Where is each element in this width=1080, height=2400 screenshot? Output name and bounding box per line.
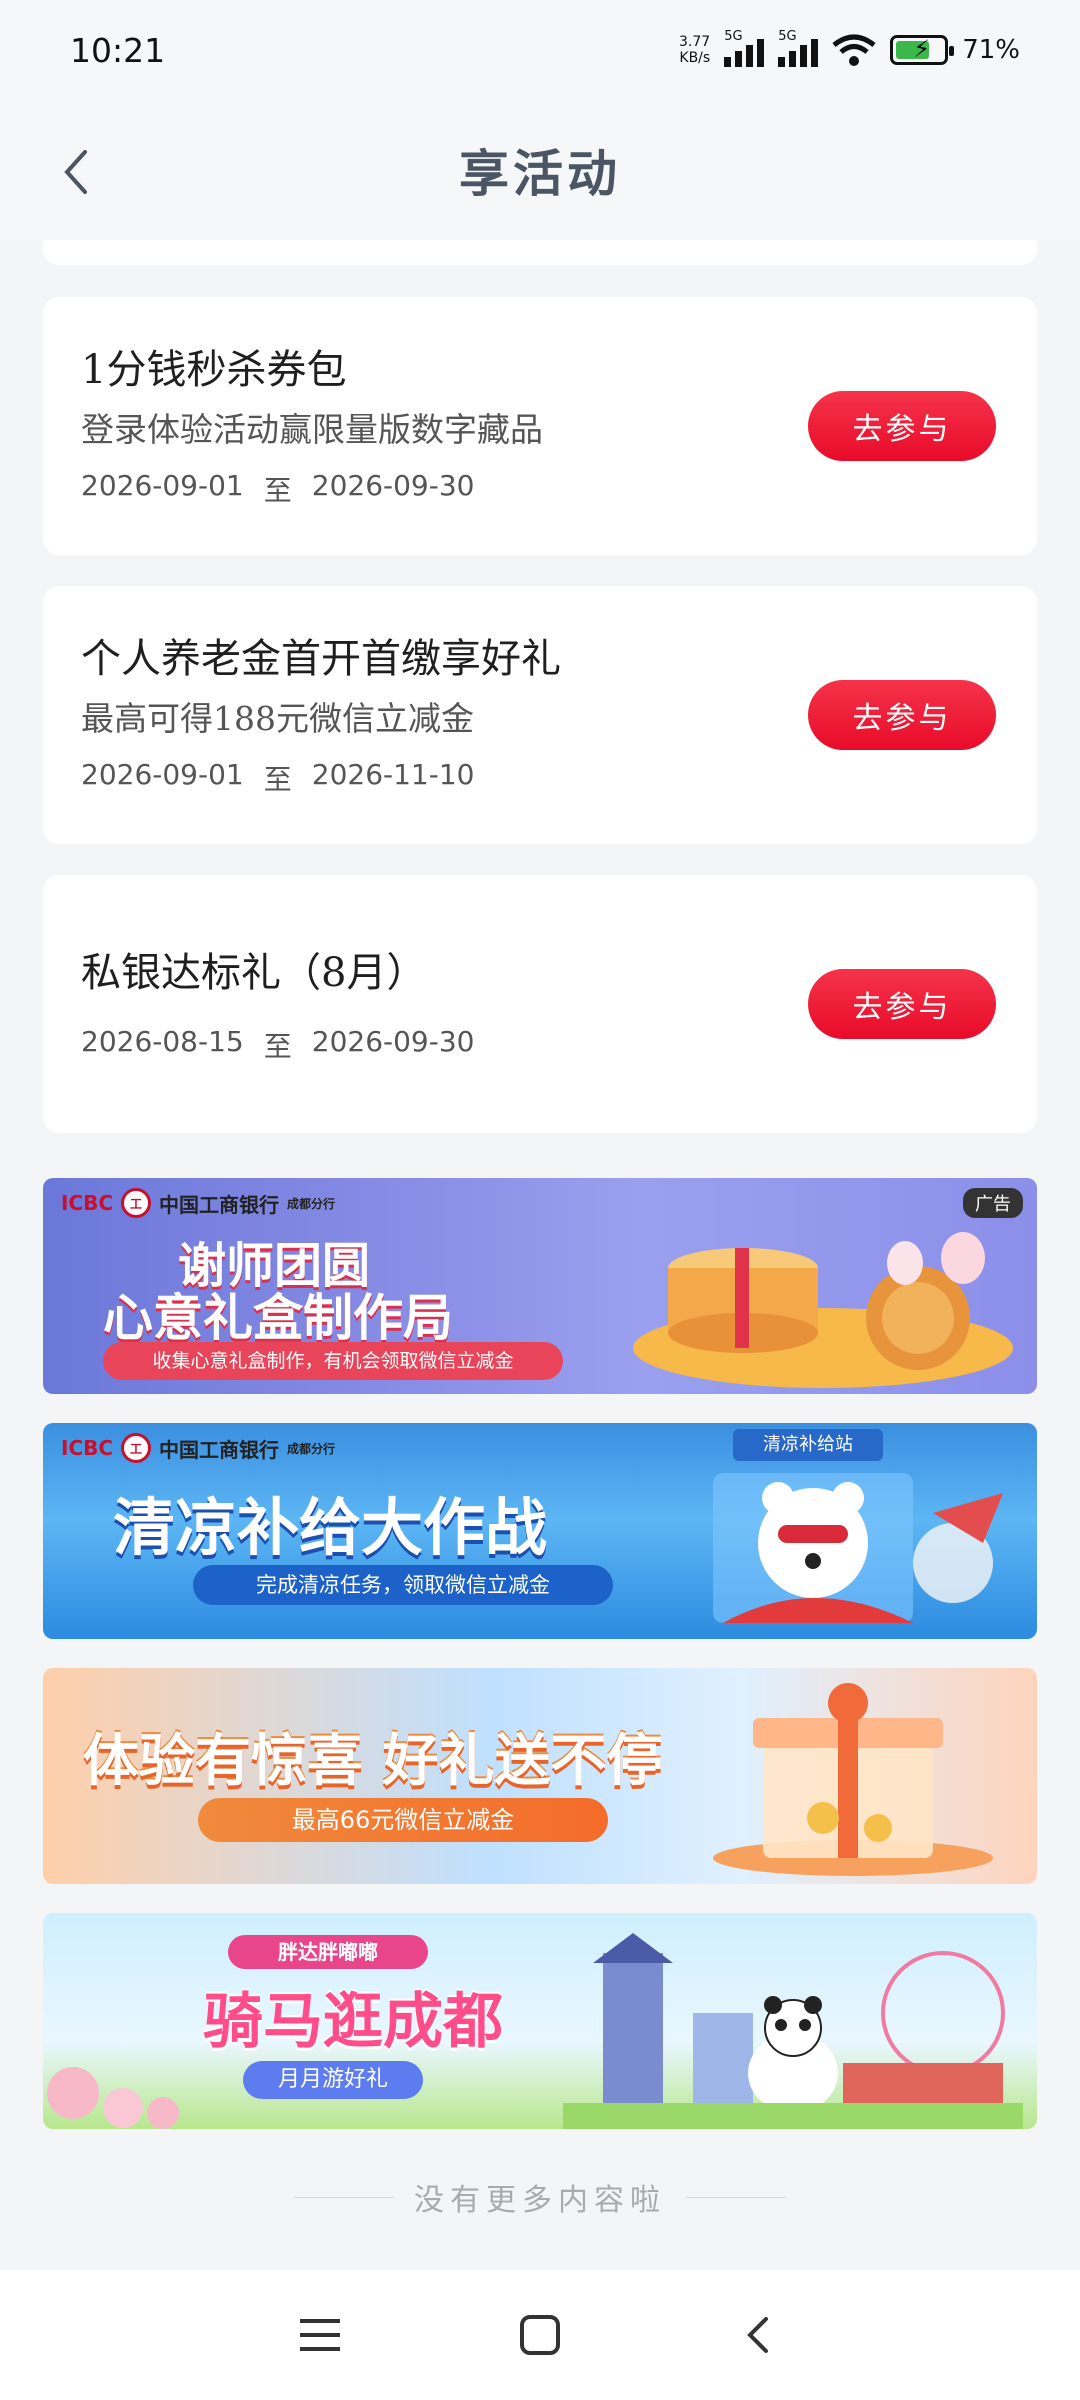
menu-button[interactable] [290, 2305, 350, 2365]
back-icon [747, 2317, 768, 2353]
brand-text: ICBC [61, 1191, 114, 1215]
battery-icon: ⚡ [890, 35, 955, 65]
end-of-list: 没有更多内容啦 [0, 2175, 1080, 2219]
branch-name: 成都分行 [287, 1441, 336, 1456]
banner-desc: 收集心意礼盒制作，有机会领取微信立减金 [103, 1342, 563, 1380]
chengdu-skyline-icon [563, 1933, 1023, 2129]
net-speed-unit: KB/s [679, 50, 711, 66]
signal-label: 5G [778, 29, 797, 44]
banner-summer[interactable]: ICBC 工 中国工商银行 成都分行 清凉补给站 清凉补给大作战 完成清凉任务，… [43, 1423, 1037, 1639]
banner-desc: 月月游好礼 [243, 2061, 423, 2099]
banner-teacher-gift[interactable]: ICBC 工 中国工商银行 成都分行 广告 谢师团圆 心意礼盒制作局 收集心意礼… [43, 1178, 1037, 1394]
gift-box-icon [633, 1232, 1013, 1388]
banner-headline: 体验有惊喜 好礼送不停 [83, 1729, 663, 1794]
activity-dates: 2026-09-01 至 2026-11-10 [81, 758, 474, 798]
brand-text: ICBC [61, 1436, 114, 1460]
end-date: 2026-09-30 [311, 469, 475, 502]
banner-panda-chengdu[interactable]: 胖达胖嘟嘟 骑马逛成都 月月游好礼 [43, 1913, 1037, 2129]
list-item [43, 240, 1037, 265]
page-title: 享活动 [459, 144, 621, 203]
banner-desc: 最高66元微信立减金 [198, 1798, 608, 1842]
battery-percent: 71% [962, 35, 1020, 65]
activity-title: 个人养老金首开首缴享好礼 [81, 636, 561, 682]
signal-icon: 5G [724, 29, 765, 67]
activity-title: 私银达标礼（8月） [81, 950, 427, 996]
back-nav-button[interactable] [730, 2305, 790, 2365]
banner-experience-gift[interactable]: 体验有惊喜 好礼送不停 最高66元微信立减金 [43, 1668, 1037, 1884]
gift-box-icon [713, 1683, 993, 1876]
banner-headline: 心意礼盒制作局 [103, 1289, 453, 1347]
net-speed: 3.77 KB/s [679, 34, 710, 66]
branch-name: 成都分行 [287, 1196, 336, 1211]
menu-icon [300, 2319, 340, 2351]
end-text: 没有更多内容啦 [414, 2183, 666, 2218]
icbc-logo-icon: 工 [121, 1433, 152, 1463]
wifi-icon [832, 34, 876, 66]
activity-subtitle: 最高可得188元微信立减金 [81, 699, 474, 738]
activity-dates: 2026-08-15 至 2026-09-30 [81, 1025, 474, 1065]
start-date: 2026-09-01 [81, 469, 244, 502]
activity-card[interactable]: 个人养老金首开首缴享好礼 最高可得188元微信立减金 2026-09-01 至 … [43, 586, 1037, 844]
polar-bear-icon [713, 1473, 1003, 1623]
brand-row: ICBC 工 中国工商银行 成都分行 [61, 1433, 335, 1463]
status-bar: 10:21 3.77 KB/s 5G 5G ⚡ 71% [0, 0, 1080, 100]
header: 享活动 [0, 100, 1080, 240]
brand-cn: 中国工商银行 [159, 1437, 280, 1462]
activity-card[interactable]: 私银达标礼（8月） 2026-08-15 至 2026-09-30 去参与 [43, 875, 1037, 1133]
system-nav-bar [0, 2270, 1080, 2400]
chevron-left-icon [64, 150, 87, 194]
join-button[interactable]: 去参与 [808, 680, 996, 750]
date-separator: 至 [263, 763, 292, 796]
activity-subtitle: 登录体验活动赢限量版数字藏品 [81, 410, 543, 449]
net-speed-value: 3.77 [679, 34, 711, 50]
join-button[interactable]: 去参与 [808, 969, 996, 1039]
brand-cn: 中国工商银行 [159, 1192, 280, 1217]
banner-desc: 完成清凉任务，领取微信立减金 [193, 1565, 613, 1605]
square-icon [520, 2315, 560, 2355]
home-button[interactable] [510, 2305, 570, 2365]
back-button[interactable] [55, 142, 105, 202]
icbc-logo-icon: 工 [121, 1188, 152, 1218]
signal-label: 5G [724, 29, 743, 44]
status-icons: 3.77 KB/s 5G 5G ⚡ 71% [679, 29, 1020, 67]
activity-title: 1分钱秒杀券包 [81, 347, 347, 393]
banner-headline: 骑马逛成都 [203, 1987, 503, 2057]
start-date: 2026-08-15 [81, 1025, 244, 1058]
date-separator: 至 [263, 1030, 292, 1063]
end-date: 2026-11-10 [311, 758, 475, 791]
brand-row: ICBC 工 中国工商银行 成都分行 [61, 1188, 335, 1218]
end-date: 2026-09-30 [311, 1025, 475, 1058]
date-separator: 至 [263, 474, 292, 507]
divider [294, 2196, 394, 2198]
join-button[interactable]: 去参与 [808, 391, 996, 461]
flower-icon [47, 2067, 179, 2129]
activity-card[interactable]: 1分钱秒杀券包 登录体验活动赢限量版数字藏品 2026-09-01 至 2026… [43, 297, 1037, 555]
banner-headline: 清凉补给大作战 [113, 1491, 548, 1564]
signal-icon: 5G [778, 29, 819, 67]
start-date: 2026-09-01 [81, 758, 244, 791]
activity-dates: 2026-09-01 至 2026-09-30 [81, 469, 474, 509]
status-time: 10:21 [70, 30, 166, 70]
divider [686, 2196, 786, 2198]
banner-top-label: 胖达胖嘟嘟 [228, 1935, 428, 1969]
